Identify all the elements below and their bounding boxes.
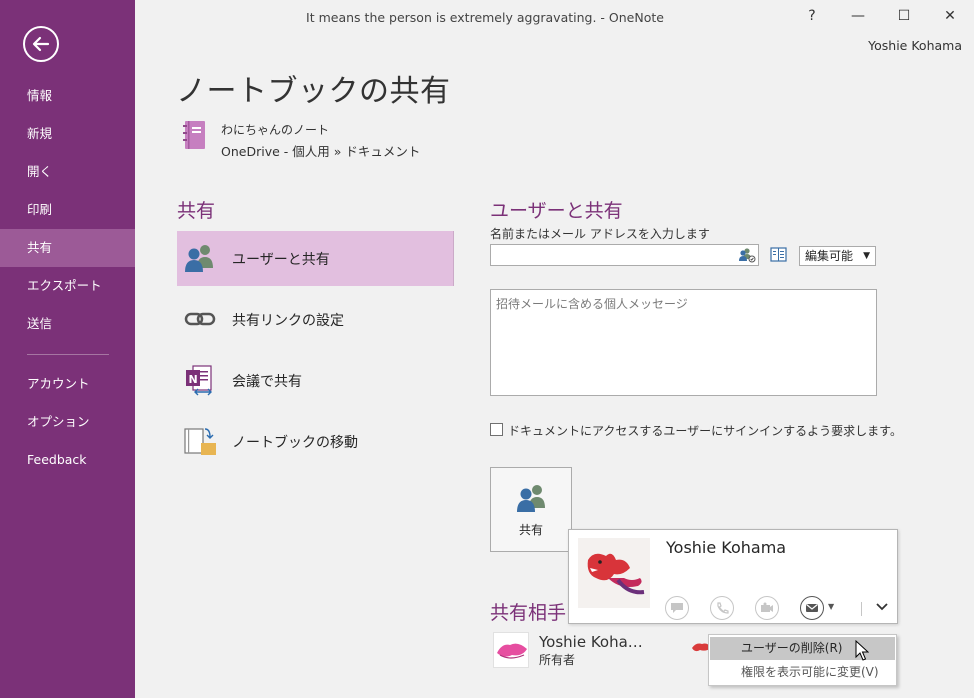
- notebook-name: わにちゃんのノート: [221, 123, 330, 137]
- check-names-icon[interactable]: [738, 247, 756, 263]
- contact-card: Yoshie Kohama ▼: [568, 529, 898, 624]
- chevron-down-icon[interactable]: [874, 598, 890, 616]
- nav-new[interactable]: 新規: [0, 115, 135, 153]
- chat-icon: [671, 603, 683, 613]
- notebook-icon: [183, 121, 205, 149]
- mail-icon: [806, 604, 818, 612]
- people-icon: [517, 485, 545, 512]
- people-icon: [185, 245, 213, 272]
- dropdown-arrow-icon: ▼: [863, 251, 870, 261]
- nav-feedback[interactable]: Feedback: [0, 441, 135, 479]
- nav-print[interactable]: 印刷: [0, 191, 135, 229]
- page-title: ノートブックの共有: [176, 74, 451, 109]
- address-book-icon[interactable]: [769, 246, 789, 264]
- option-label: ノートブックの移動: [232, 435, 358, 451]
- help-button[interactable]: ?: [792, 4, 832, 28]
- nav-account[interactable]: アカウント: [0, 365, 135, 403]
- signed-in-user[interactable]: Yoshie Kohama: [868, 38, 962, 53]
- nav-export[interactable]: エクスポート: [0, 267, 135, 305]
- nav-share[interactable]: 共有: [0, 229, 135, 267]
- option-move-notebook[interactable]: ノートブックの移動: [177, 414, 454, 469]
- contact-name: Yoshie Kohama: [666, 538, 787, 557]
- email-button[interactable]: [800, 596, 824, 620]
- im-button[interactable]: [665, 596, 689, 620]
- move-notebook-icon: [184, 428, 216, 455]
- contact-photo: [578, 538, 650, 608]
- window-title: It means the person is extremely aggrava…: [306, 10, 664, 25]
- menu-item-change-to-view[interactable]: 権限を表示可能に変更(V): [710, 661, 895, 684]
- permission-dropdown[interactable]: 編集可能 ▼: [799, 246, 876, 266]
- share-button-label: 共有: [518, 523, 543, 537]
- message-placeholder: 招待メールに含める個人メッセージ: [496, 297, 688, 311]
- nav-info[interactable]: 情報: [0, 77, 135, 115]
- require-signin-label: ドキュメントにアクセスするユーザーにサインインするよう要求します。: [508, 424, 902, 438]
- nav-send[interactable]: 送信: [0, 305, 135, 343]
- svg-text:N: N: [189, 373, 198, 386]
- email-options-caret-icon[interactable]: ▼: [828, 602, 834, 611]
- shared-user-role: 所有者: [539, 653, 576, 667]
- nav-options[interactable]: オプション: [0, 403, 135, 441]
- notebook-path: OneDrive - 個人用 » ドキュメント: [221, 144, 421, 159]
- card-divider: [861, 602, 862, 616]
- dragon-photo-icon: [578, 538, 650, 608]
- name-field-label: 名前またはメール アドレスを入力します: [490, 227, 710, 241]
- option-label: 共有リンクの設定: [232, 313, 344, 329]
- shared-user-name[interactable]: Yoshie Koha…: [539, 633, 643, 651]
- share-button[interactable]: 共有: [490, 467, 572, 552]
- permission-value: 編集可能: [805, 249, 854, 263]
- option-divider: [453, 231, 454, 286]
- back-button[interactable]: [23, 26, 59, 62]
- onenote-meeting-icon: N: [186, 365, 212, 396]
- avatar: [493, 632, 529, 668]
- option-share-with-people[interactable]: ユーザーと共有: [177, 231, 454, 286]
- share-heading: 共有: [177, 200, 216, 222]
- option-share-link[interactable]: 共有リンクの設定: [177, 292, 454, 347]
- nav-open[interactable]: 開く: [0, 153, 135, 191]
- personal-message-textarea[interactable]: 招待メールに含める個人メッセージ: [490, 289, 877, 396]
- name-email-input[interactable]: [490, 244, 759, 266]
- option-label: 会議で共有: [232, 374, 302, 390]
- mouse-cursor-icon: [855, 640, 869, 661]
- share-with-people-heading: ユーザーと共有: [490, 200, 623, 222]
- option-label: ユーザーと共有: [232, 252, 330, 268]
- maximize-button[interactable]: ☐: [884, 4, 924, 28]
- shared-with-heading: 共有相手: [490, 602, 567, 624]
- user-photo: [497, 643, 527, 659]
- link-icon: [184, 312, 216, 326]
- nav-divider: [27, 354, 109, 355]
- require-signin-checkbox[interactable]: [490, 423, 503, 436]
- video-button[interactable]: [755, 596, 779, 620]
- close-button[interactable]: ✕: [930, 4, 970, 28]
- call-button[interactable]: [710, 596, 734, 620]
- backstage-sidebar: 情報 新規 開く 印刷 共有 エクスポート 送信 アカウント オプション Fee…: [0, 0, 135, 698]
- back-arrow-icon: [32, 36, 50, 52]
- option-share-meeting[interactable]: N 会議で共有: [177, 353, 454, 408]
- minimize-button[interactable]: —: [838, 4, 878, 28]
- phone-icon: [717, 602, 729, 614]
- video-icon: [761, 602, 773, 612]
